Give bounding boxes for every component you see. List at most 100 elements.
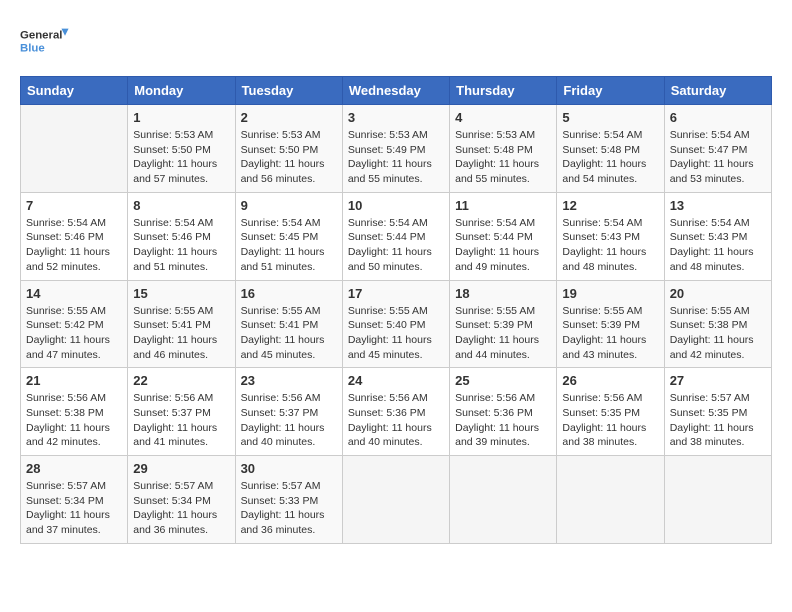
day-number: 13 <box>670 198 766 213</box>
day-number: 19 <box>562 286 658 301</box>
day-info: Sunrise: 5:55 AMSunset: 5:39 PMDaylight:… <box>455 304 551 363</box>
day-number: 27 <box>670 373 766 388</box>
day-number: 29 <box>133 461 229 476</box>
day-info: Sunrise: 5:54 AMSunset: 5:44 PMDaylight:… <box>348 216 444 275</box>
calendar-cell: 28 Sunrise: 5:57 AMSunset: 5:34 PMDayligh… <box>21 456 128 544</box>
calendar-cell: 23 Sunrise: 5:56 AMSunset: 5:37 PMDayligh… <box>235 368 342 456</box>
day-info: Sunrise: 5:54 AMSunset: 5:43 PMDaylight:… <box>670 216 766 275</box>
day-number: 4 <box>455 110 551 125</box>
calendar-cell: 6 Sunrise: 5:54 AMSunset: 5:47 PMDaylight… <box>664 105 771 193</box>
calendar-cell: 29 Sunrise: 5:57 AMSunset: 5:34 PMDayligh… <box>128 456 235 544</box>
day-info: Sunrise: 5:54 AMSunset: 5:46 PMDaylight:… <box>133 216 229 275</box>
day-number: 2 <box>241 110 337 125</box>
day-info: Sunrise: 5:56 AMSunset: 5:36 PMDaylight:… <box>348 391 444 450</box>
day-number: 9 <box>241 198 337 213</box>
day-info: Sunrise: 5:54 AMSunset: 5:45 PMDaylight:… <box>241 216 337 275</box>
calendar-week-row: 21Sunrise: 5:56 AMSunset: 5:38 PMDayligh… <box>21 368 772 456</box>
calendar-cell <box>342 456 449 544</box>
day-info: Sunrise: 5:57 AMSunset: 5:33 PMDaylight:… <box>241 479 337 538</box>
calendar-cell: 19 Sunrise: 5:55 AMSunset: 5:39 PMDayligh… <box>557 280 664 368</box>
logo: General Blue <box>20 20 70 60</box>
day-info: Sunrise: 5:55 AMSunset: 5:39 PMDaylight:… <box>562 304 658 363</box>
day-info: Sunrise: 5:53 AMSunset: 5:49 PMDaylight:… <box>348 128 444 187</box>
day-info: Sunrise: 5:55 AMSunset: 5:42 PMDaylight:… <box>26 304 122 363</box>
calendar-cell: 16 Sunrise: 5:55 AMSunset: 5:41 PMDayligh… <box>235 280 342 368</box>
day-info: Sunrise: 5:54 AMSunset: 5:44 PMDaylight:… <box>455 216 551 275</box>
day-number: 1 <box>133 110 229 125</box>
day-number: 15 <box>133 286 229 301</box>
calendar-cell: 27Sunrise: 5:57 AMSunset: 5:35 PMDayligh… <box>664 368 771 456</box>
calendar-week-row: 7Sunrise: 5:54 AMSunset: 5:46 PMDaylight… <box>21 192 772 280</box>
day-info: Sunrise: 5:55 AMSunset: 5:41 PMDaylight:… <box>133 304 229 363</box>
day-number: 11 <box>455 198 551 213</box>
day-number: 30 <box>241 461 337 476</box>
calendar-table: SundayMondayTuesdayWednesdayThursdayFrid… <box>20 76 772 544</box>
calendar-cell: 10 Sunrise: 5:54 AMSunset: 5:44 PMDayligh… <box>342 192 449 280</box>
day-number: 25 <box>455 373 551 388</box>
svg-text:Blue: Blue <box>20 42 45 54</box>
svg-text:General: General <box>20 30 62 42</box>
calendar-cell: 25 Sunrise: 5:56 AMSunset: 5:36 PMDayligh… <box>450 368 557 456</box>
weekday-header-sunday: Sunday <box>21 77 128 105</box>
calendar-cell: 21Sunrise: 5:56 AMSunset: 5:38 PMDayligh… <box>21 368 128 456</box>
day-number: 17 <box>348 286 444 301</box>
day-info: Sunrise: 5:53 AMSunset: 5:50 PMDaylight:… <box>241 128 337 187</box>
day-number: 3 <box>348 110 444 125</box>
calendar-cell: 13 Sunrise: 5:54 AMSunset: 5:43 PMDayligh… <box>664 192 771 280</box>
day-number: 26 <box>562 373 658 388</box>
day-info: Sunrise: 5:55 AMSunset: 5:41 PMDaylight:… <box>241 304 337 363</box>
calendar-cell: 26 Sunrise: 5:56 AMSunset: 5:35 PMDayligh… <box>557 368 664 456</box>
calendar-cell: 9 Sunrise: 5:54 AMSunset: 5:45 PMDaylight… <box>235 192 342 280</box>
day-info: Sunrise: 5:55 AMSunset: 5:38 PMDaylight:… <box>670 304 766 363</box>
day-number: 18 <box>455 286 551 301</box>
day-info: Sunrise: 5:53 AMSunset: 5:48 PMDaylight:… <box>455 128 551 187</box>
calendar-cell: 1 Sunrise: 5:53 AMSunset: 5:50 PMDaylight… <box>128 105 235 193</box>
day-info: Sunrise: 5:57 AMSunset: 5:34 PMDaylight:… <box>133 479 229 538</box>
weekday-header-monday: Monday <box>128 77 235 105</box>
day-number: 22 <box>133 373 229 388</box>
calendar-cell: 15 Sunrise: 5:55 AMSunset: 5:41 PMDayligh… <box>128 280 235 368</box>
day-info: Sunrise: 5:56 AMSunset: 5:35 PMDaylight:… <box>562 391 658 450</box>
day-number: 6 <box>670 110 766 125</box>
day-info: Sunrise: 5:55 AMSunset: 5:40 PMDaylight:… <box>348 304 444 363</box>
calendar-cell <box>664 456 771 544</box>
weekday-header-tuesday: Tuesday <box>235 77 342 105</box>
day-info: Sunrise: 5:56 AMSunset: 5:37 PMDaylight:… <box>241 391 337 450</box>
calendar-week-row: 14 Sunrise: 5:55 AMSunset: 5:42 PMDayligh… <box>21 280 772 368</box>
weekday-header-friday: Friday <box>557 77 664 105</box>
weekday-header-row: SundayMondayTuesdayWednesdayThursdayFrid… <box>21 77 772 105</box>
day-info: Sunrise: 5:54 AMSunset: 5:48 PMDaylight:… <box>562 128 658 187</box>
weekday-header-wednesday: Wednesday <box>342 77 449 105</box>
calendar-cell: 4 Sunrise: 5:53 AMSunset: 5:48 PMDaylight… <box>450 105 557 193</box>
calendar-cell: 8 Sunrise: 5:54 AMSunset: 5:46 PMDaylight… <box>128 192 235 280</box>
calendar-cell: 24 Sunrise: 5:56 AMSunset: 5:36 PMDayligh… <box>342 368 449 456</box>
day-number: 5 <box>562 110 658 125</box>
day-number: 23 <box>241 373 337 388</box>
calendar-cell: 30 Sunrise: 5:57 AMSunset: 5:33 PMDayligh… <box>235 456 342 544</box>
calendar-cell: 17 Sunrise: 5:55 AMSunset: 5:40 PMDayligh… <box>342 280 449 368</box>
day-number: 8 <box>133 198 229 213</box>
calendar-week-row: 1 Sunrise: 5:53 AMSunset: 5:50 PMDaylight… <box>21 105 772 193</box>
calendar-cell: 12 Sunrise: 5:54 AMSunset: 5:43 PMDayligh… <box>557 192 664 280</box>
day-info: Sunrise: 5:56 AMSunset: 5:38 PMDaylight:… <box>26 391 122 450</box>
day-number: 14 <box>26 286 122 301</box>
day-info: Sunrise: 5:56 AMSunset: 5:36 PMDaylight:… <box>455 391 551 450</box>
calendar-cell: 7Sunrise: 5:54 AMSunset: 5:46 PMDaylight… <box>21 192 128 280</box>
calendar-cell: 11 Sunrise: 5:54 AMSunset: 5:44 PMDayligh… <box>450 192 557 280</box>
calendar-cell: 2 Sunrise: 5:53 AMSunset: 5:50 PMDaylight… <box>235 105 342 193</box>
day-info: Sunrise: 5:54 AMSunset: 5:43 PMDaylight:… <box>562 216 658 275</box>
day-info: Sunrise: 5:53 AMSunset: 5:50 PMDaylight:… <box>133 128 229 187</box>
day-info: Sunrise: 5:57 AMSunset: 5:34 PMDaylight:… <box>26 479 122 538</box>
day-number: 24 <box>348 373 444 388</box>
calendar-cell: 14 Sunrise: 5:55 AMSunset: 5:42 PMDayligh… <box>21 280 128 368</box>
day-info: Sunrise: 5:56 AMSunset: 5:37 PMDaylight:… <box>133 391 229 450</box>
calendar-cell: 20Sunrise: 5:55 AMSunset: 5:38 PMDayligh… <box>664 280 771 368</box>
day-number: 28 <box>26 461 122 476</box>
day-number: 16 <box>241 286 337 301</box>
header: General Blue <box>20 20 772 60</box>
day-info: Sunrise: 5:54 AMSunset: 5:47 PMDaylight:… <box>670 128 766 187</box>
day-number: 10 <box>348 198 444 213</box>
calendar-cell: 5 Sunrise: 5:54 AMSunset: 5:48 PMDaylight… <box>557 105 664 193</box>
day-number: 12 <box>562 198 658 213</box>
weekday-header-saturday: Saturday <box>664 77 771 105</box>
